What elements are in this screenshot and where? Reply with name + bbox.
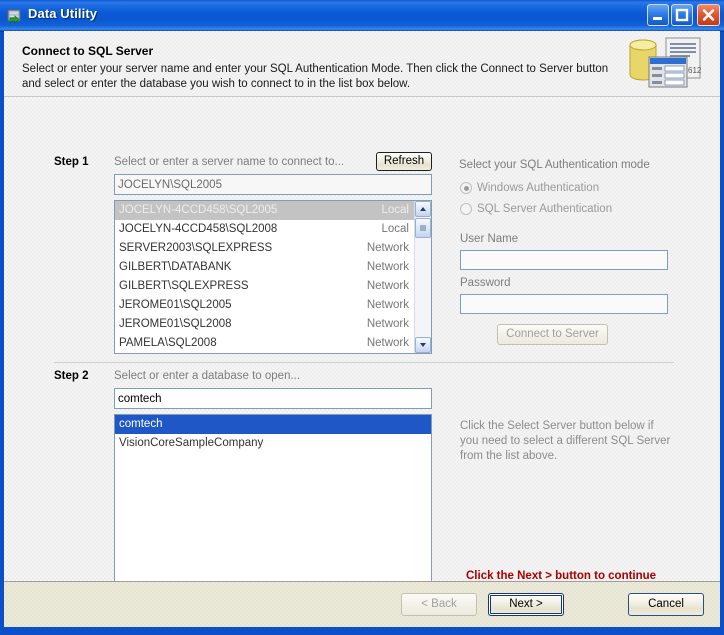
step1-label: Step 1 [54, 156, 89, 168]
database-list-item[interactable]: VisionCoreSampleCompany [115, 434, 431, 453]
database-list[interactable]: comtech VisionCoreSampleCompany [114, 414, 432, 586]
connect-to-server-button[interactable]: Connect to Server [497, 324, 608, 345]
radio-windows-authentication[interactable]: Windows Authentication [460, 182, 599, 194]
scroll-down-icon[interactable] [415, 337, 431, 353]
server-name: JOCELYN-4CCD458\SQL2005 [119, 204, 278, 216]
server-list-item[interactable]: JEROME01\SQL2005 Network [115, 296, 431, 315]
server-name: PAMELA\SQL2008 [119, 337, 217, 349]
server-location-type: Local [381, 223, 410, 235]
radio-indicator-windows [460, 182, 472, 194]
radio-label-windows: Windows Authentication [477, 182, 600, 194]
database-list-rows: comtech VisionCoreSampleCompany [115, 415, 431, 453]
server-name: JOCELYN-4CCD458\SQL2008 [119, 223, 278, 235]
title-bar[interactable]: Data Utility [0, 0, 724, 32]
server-list-item[interactable]: GILBERT\DATABANK Network [115, 258, 431, 277]
next-button[interactable]: Next > [488, 593, 564, 616]
server-location-type: Network [366, 337, 409, 349]
maximize-icon[interactable] [671, 4, 693, 26]
server-list[interactable]: JOCELYN-4CCD458\SQL2005 Local JOCELYN-4CCD… [114, 200, 432, 354]
cancel-button[interactable]: Cancel [628, 593, 704, 616]
scrollbar-thumb[interactable] [415, 218, 431, 238]
password-input[interactable] [460, 294, 668, 314]
server-name: JEROME01\SQL2005 [119, 299, 232, 311]
server-name-input[interactable] [114, 174, 432, 195]
server-list-rows: JOCELYN-4CCD458\SQL2005 Local JOCELYN-4CCD… [115, 201, 431, 353]
server-list-scrollbar[interactable] [414, 201, 431, 353]
step-separator [54, 362, 674, 363]
wizard-header: Connect to SQL Server Select or enter yo… [4, 31, 720, 97]
select-server-hint: Click the Select Server button below if … [460, 420, 671, 462]
server-list-item[interactable]: SERVER2003\SQLEXPRESS Network [115, 239, 431, 258]
scroll-up-icon[interactable] [415, 201, 431, 217]
server-list-item[interactable]: JOCELYN-4CCD458\SQL2005 Local [115, 201, 431, 220]
server-location-type: Network [366, 299, 409, 311]
database-name-input[interactable] [114, 388, 432, 409]
server-location-type: Local [381, 204, 410, 216]
auth-mode-caption: Select your SQL Authentication mode [459, 159, 650, 171]
dialog-client-area: Connect to SQL Server Select or enter yo… [4, 31, 720, 627]
server-location-type: Network [366, 280, 409, 292]
database-document-dialog-icon: 612 [626, 35, 710, 91]
password-label: Password [460, 277, 511, 289]
radio-label-sqlserver: SQL Server Authentication [477, 203, 613, 215]
page-title: Connect to SQL Server [22, 44, 154, 58]
back-button[interactable]: < Back [401, 593, 477, 616]
header-icon-number: 612 [688, 66, 702, 75]
page-description: Select or enter your server name and ent… [22, 63, 609, 90]
username-input[interactable] [460, 250, 668, 270]
minimize-icon[interactable] [647, 4, 669, 26]
window-title: Data Utility [28, 6, 98, 21]
server-name: GILBERT\DATABANK [119, 261, 232, 273]
refresh-button[interactable]: Refresh [376, 152, 432, 171]
dialog-footer: < Back Next > Cancel [4, 581, 720, 627]
data-utility-window: Data Utility Connect to SQL Server Selec… [0, 0, 724, 635]
database-list-item[interactable]: comtech [115, 415, 431, 434]
database-sync-icon [6, 7, 24, 25]
close-icon[interactable] [697, 4, 720, 26]
server-location-type: Network [366, 318, 409, 330]
server-list-item[interactable]: PAMELA\SQL2008 Network [115, 334, 431, 353]
server-list-item[interactable]: GILBERT\SQLEXPRESS Network [115, 277, 431, 296]
server-name: JEROME01\SQL2008 [119, 318, 232, 330]
radio-sql-server-authentication[interactable]: SQL Server Authentication [460, 203, 612, 215]
step1-caption: Select or enter a server name to connect… [114, 156, 345, 168]
step2-caption: Select or enter a database to open... [114, 370, 301, 382]
server-list-item[interactable]: JOCELYN-4CCD458\SQL2008 Local [115, 220, 431, 239]
server-location-type: Network [366, 242, 409, 254]
step2-label: Step 2 [54, 370, 89, 382]
username-label: User Name [460, 233, 519, 245]
server-name: GILBERT\SQLEXPRESS [119, 280, 249, 292]
server-location-type: Network [366, 261, 409, 273]
server-name: SERVER2003\SQLEXPRESS [119, 242, 273, 254]
radio-indicator-sqlserver [460, 203, 472, 215]
server-list-item[interactable]: JEROME01\SQL2008 Network [115, 315, 431, 334]
